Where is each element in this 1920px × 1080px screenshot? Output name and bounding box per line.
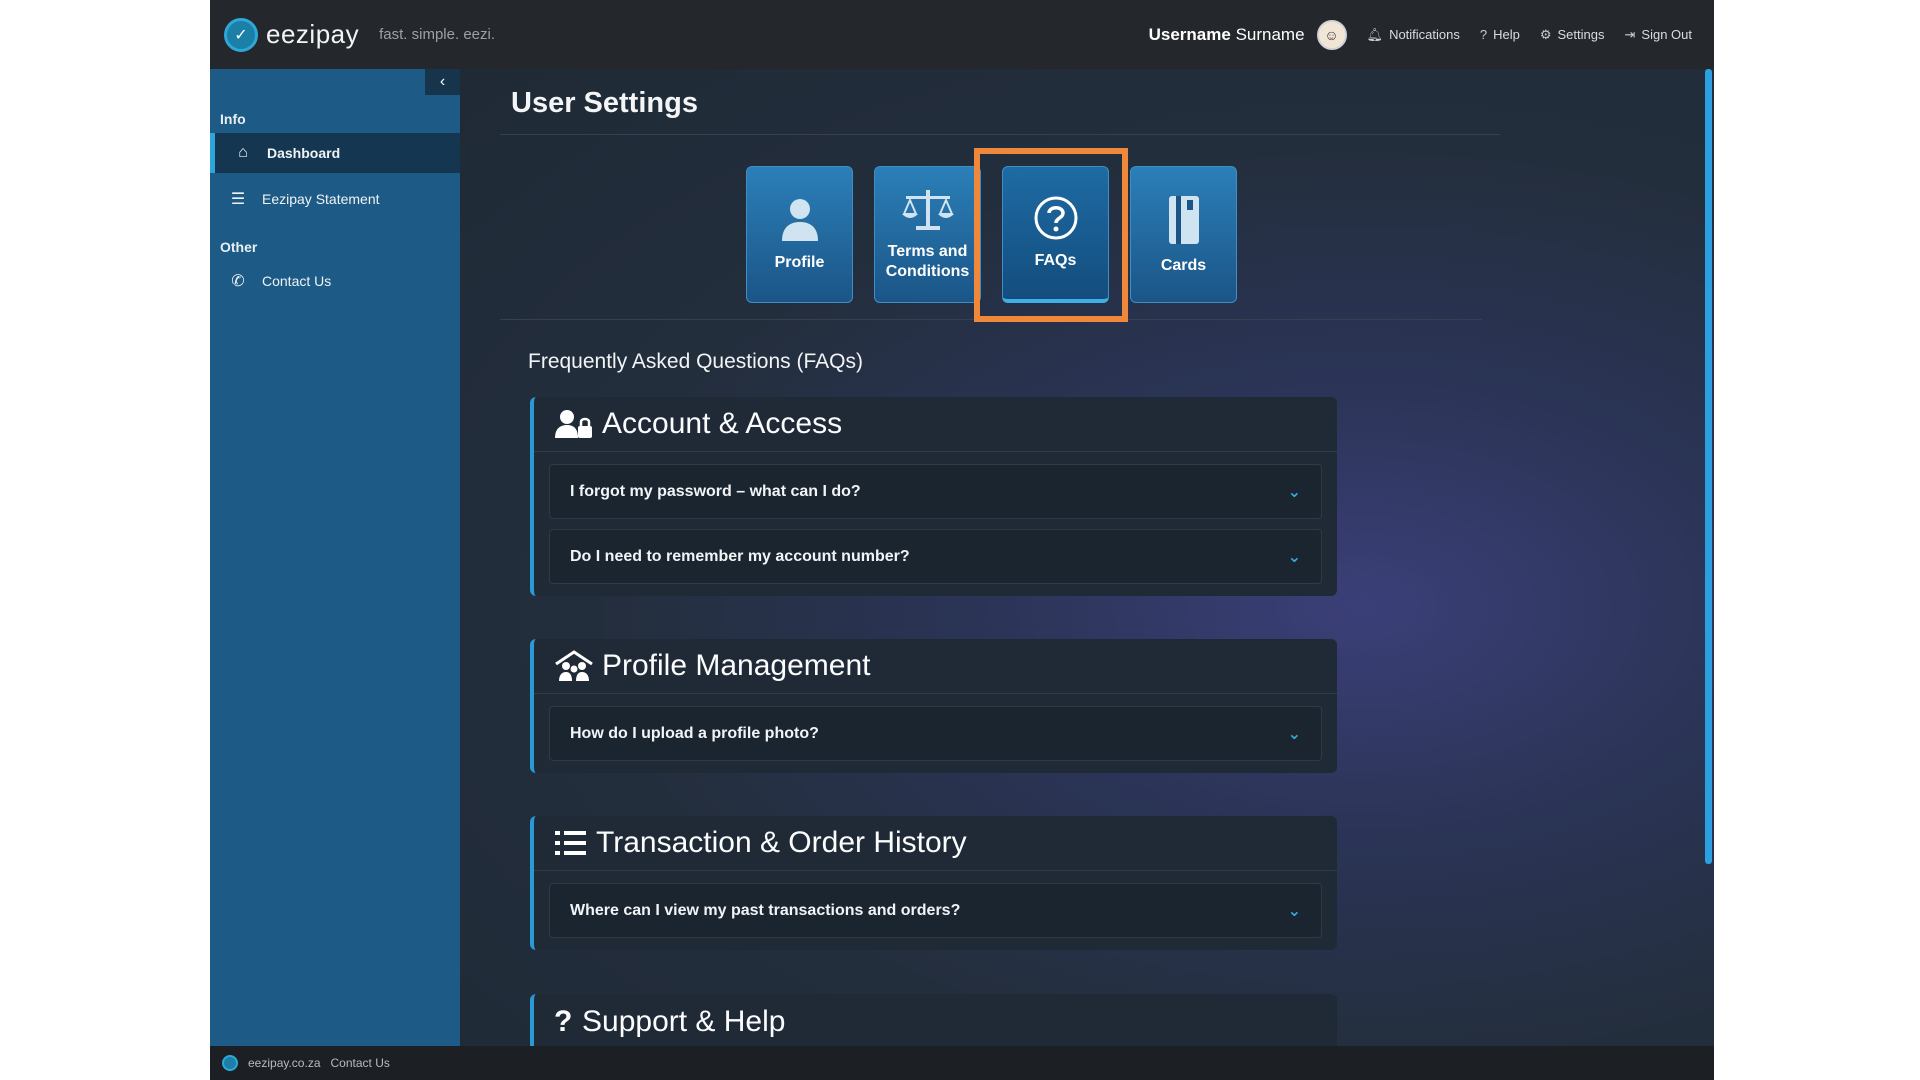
sign-out-link[interactable]: ⇥ Sign Out [1625, 27, 1693, 43]
divider [500, 134, 1500, 135]
card-icon [1168, 195, 1199, 244]
sidebar-item-label: Eezipay Statement [262, 191, 380, 207]
sign-out-icon: ⇥ [1624, 26, 1636, 42]
list-icon: ☰ [230, 191, 246, 208]
faq-group-title: Account & Access [602, 407, 843, 440]
sidebar-item-label: Dashboard [267, 145, 341, 161]
faq-question-text: Where can I view my past transactions an… [570, 901, 961, 919]
tile-faqs[interactable]: FAQs [1002, 166, 1109, 303]
footer-domain[interactable]: eezipay.co.za [248, 1056, 321, 1070]
sidebar-collapse-button[interactable]: ‹ [425, 69, 460, 95]
settings-label: Settings [1557, 27, 1605, 42]
sidebar-item-label: Contact Us [262, 273, 332, 289]
brand-name: eezipay [266, 19, 360, 49]
top-bar: ✓ eezipay fast. simple. eezi. Username S… [210, 0, 1714, 69]
scales-icon [901, 189, 954, 230]
chevron-down-icon: ⌄ [1287, 548, 1301, 566]
user-icon [781, 198, 818, 241]
settings-link[interactable]: ⚙ Settings [1540, 27, 1605, 43]
scrollbar[interactable] [1705, 69, 1712, 864]
user-name[interactable]: Username Surname [1149, 25, 1305, 45]
faq-group-profile-management: Profile Management How do I upload a pro… [530, 639, 1337, 773]
question-mark-icon: ? [1479, 27, 1488, 42]
tile-label: Profile [774, 253, 825, 271]
faq-question[interactable]: How do I upload a profile photo? ⌄ [549, 706, 1322, 761]
footer-contact-link[interactable]: Contact Us [331, 1056, 390, 1070]
sidebar-section-other: Other [220, 239, 258, 255]
faq-group-support-help: ? Support & Help [530, 994, 1337, 1054]
sidebar-item-contact-us[interactable]: ✆ Contact Us [210, 261, 460, 301]
tile-label: Cards [1160, 256, 1207, 274]
sidebar-item-dashboard[interactable]: ⌂ Dashboard [210, 133, 460, 173]
divider [500, 319, 1482, 320]
main-content: User Settings Profile Terms and Conditio… [460, 69, 1714, 1054]
faq-question[interactable]: Where can I view my past transactions an… [549, 883, 1322, 938]
faq-group-transaction-history: Transaction & Order History Where can I … [530, 816, 1337, 950]
chevron-left-icon: ‹ [439, 73, 446, 90]
faq-group-title: Support & Help [582, 1004, 786, 1038]
question-circle-icon [1034, 196, 1077, 240]
faq-question-text: How do I upload a profile photo? [570, 724, 819, 742]
gear-icon: ⚙ [1539, 26, 1552, 42]
faq-question-text: Do I need to remember my account number? [570, 547, 910, 565]
user-last-name: Surname [1235, 24, 1305, 44]
tagline: fast. simple. eezi. [379, 26, 496, 43]
faq-question-text: I forgot my password – what can I do? [570, 482, 861, 500]
footer: eezipay.co.za Contact Us [210, 1046, 1714, 1080]
app-window: ✓ eezipay fast. simple. eezi. Username S… [210, 0, 1714, 1080]
tile-terms-and-conditions[interactable]: Terms and Conditions [874, 166, 981, 303]
people-roof-icon [555, 650, 593, 681]
notifications-label: Notifications [1389, 27, 1460, 42]
notifications-link[interactable]: 🔔︎ Notifications [1367, 27, 1460, 43]
faq-group-account-access: Account & Access I forgot my password – … [530, 397, 1337, 596]
sidebar-item-eezipay-statement[interactable]: ☰ Eezipay Statement [210, 179, 460, 219]
question-icon: ? [554, 1004, 573, 1038]
tile-cards[interactable]: Cards [1130, 166, 1237, 303]
faq-group-header: ? Support & Help [534, 994, 1337, 1049]
tile-profile[interactable]: Profile [746, 166, 853, 303]
settings-tiles: Profile Terms and Conditions FAQs Cards [746, 166, 1237, 303]
faq-group-title: Transaction & Order History [596, 826, 967, 859]
user-first-name: Username [1148, 24, 1231, 44]
tile-label: FAQs [1034, 252, 1077, 269]
faq-heading: Frequently Asked Questions (FAQs) [528, 350, 863, 373]
sidebar: ‹ Info ⌂ Dashboard ☰ Eezipay Statement O… [210, 69, 460, 1046]
home-icon: ⌂ [238, 144, 248, 161]
faq-question[interactable]: Do I need to remember my account number?… [549, 529, 1322, 584]
top-right-nav: Username Surname ☺ 🔔︎ Notifications ? He… [1149, 19, 1693, 50]
tile-label: Terms and Conditions [885, 242, 970, 280]
sidebar-section-info: Info [220, 111, 246, 127]
list-icon [555, 831, 586, 855]
faq-group-header: Transaction & Order History [534, 816, 1337, 871]
help-label: Help [1493, 27, 1520, 42]
user-lock-icon [555, 410, 592, 438]
page-title: User Settings [511, 87, 698, 119]
chevron-down-icon: ⌄ [1287, 902, 1301, 920]
chevron-down-icon: ⌄ [1287, 483, 1301, 501]
faq-group-title: Profile Management [602, 649, 871, 682]
faq-group-header: Profile Management [534, 639, 1337, 694]
logo[interactable]: ✓ eezipay [224, 17, 360, 52]
eezipay-logo-icon: ✓ [224, 17, 258, 52]
bell-icon: 🔔︎ [1366, 26, 1384, 42]
faq-group-header: Account & Access [534, 397, 1337, 452]
faq-question[interactable]: I forgot my password – what can I do? ⌄ [549, 464, 1322, 519]
help-link[interactable]: ? Help [1480, 27, 1520, 42]
phone-icon: ✆ [231, 273, 245, 290]
footer-logo-icon [222, 1055, 238, 1071]
sign-out-label: Sign Out [1641, 27, 1692, 42]
chevron-down-icon: ⌄ [1287, 725, 1301, 743]
avatar[interactable]: ☺ [1316, 19, 1347, 50]
